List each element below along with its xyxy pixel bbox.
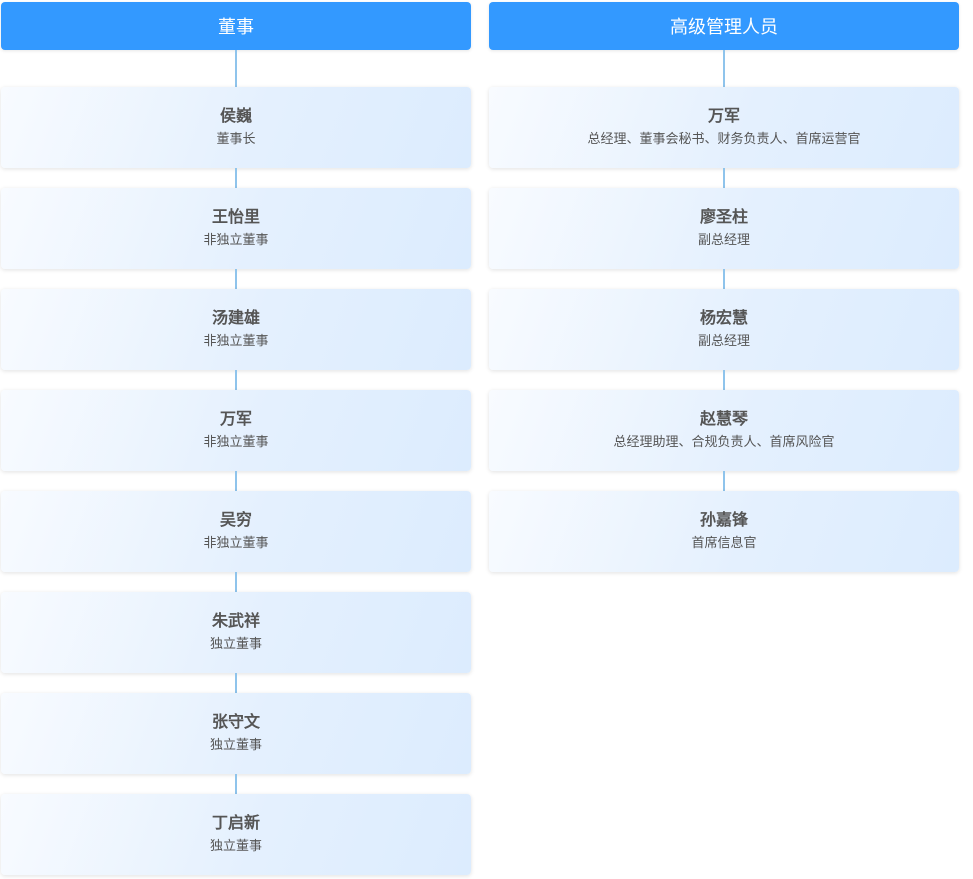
member-title: 非独立董事 [203,232,269,248]
member-name: 孙嘉锋 [699,509,748,529]
member-title: 非独立董事 [203,535,269,551]
board-header: 董事 [1,2,471,50]
member-title: 总经理、董事会秘书、财务负责人、首席运营官 [587,131,861,147]
board-column: 董事 侯巍 董事长 王怡里 非独立董事 汤建雄 非独立董事 万军 非独立董事 吴… [1,2,471,875]
member-name: 廖圣柱 [699,206,748,226]
connector-line [723,370,725,390]
member-name: 王怡里 [211,206,260,226]
board-member-card: 汤建雄 非独立董事 [1,289,471,370]
member-title: 非独立董事 [203,434,269,450]
board-member-card: 王怡里 非独立董事 [1,188,471,269]
connector-line [235,572,237,592]
member-title: 董事长 [216,131,256,147]
member-name: 丁启新 [211,812,260,832]
member-name: 汤建雄 [211,307,260,327]
member-name: 万军 [219,408,252,428]
member-name: 万军 [707,105,740,125]
board-member-card: 万军 非独立董事 [1,390,471,471]
connector-line [723,50,725,87]
member-title: 独立董事 [209,838,262,854]
member-name: 吴穷 [219,509,252,529]
member-name: 侯巍 [219,105,252,125]
board-member-card: 丁启新 独立董事 [1,794,471,875]
member-name: 张守文 [211,711,260,731]
connector-line [235,50,237,87]
member-name: 杨宏慧 [699,307,748,327]
board-member-card: 张守文 独立董事 [1,693,471,774]
connector-line [723,269,725,289]
member-title: 独立董事 [209,737,262,753]
connector-line [723,471,725,491]
connector-line [235,370,237,390]
board-member-card: 吴穷 非独立董事 [1,491,471,572]
connector-line [235,774,237,794]
management-header: 高级管理人员 [489,2,959,50]
member-name: 赵慧琴 [699,408,748,428]
member-title: 独立董事 [209,636,262,652]
connector-line [235,269,237,289]
member-name: 朱武祥 [211,610,260,630]
board-member-card: 朱武祥 独立董事 [1,592,471,673]
management-column: 高级管理人员 万军 总经理、董事会秘书、财务负责人、首席运营官 廖圣柱 副总经理… [489,2,959,572]
member-title: 副总经理 [697,333,750,349]
member-title: 副总经理 [697,232,750,248]
connector-line [235,471,237,491]
member-title: 首席信息官 [691,535,757,551]
manager-card: 孙嘉锋 首席信息官 [489,491,959,572]
manager-card: 杨宏慧 副总经理 [489,289,959,370]
member-title: 总经理助理、合规负责人、首席风险官 [613,434,835,450]
manager-card: 赵慧琴 总经理助理、合规负责人、首席风险官 [489,390,959,471]
board-member-card: 侯巍 董事长 [1,87,471,168]
connector-line [235,168,237,188]
manager-card: 万军 总经理、董事会秘书、财务负责人、首席运营官 [489,87,959,168]
member-title: 非独立董事 [203,333,269,349]
connector-line [235,673,237,693]
connector-line [723,168,725,188]
manager-card: 廖圣柱 副总经理 [489,188,959,269]
